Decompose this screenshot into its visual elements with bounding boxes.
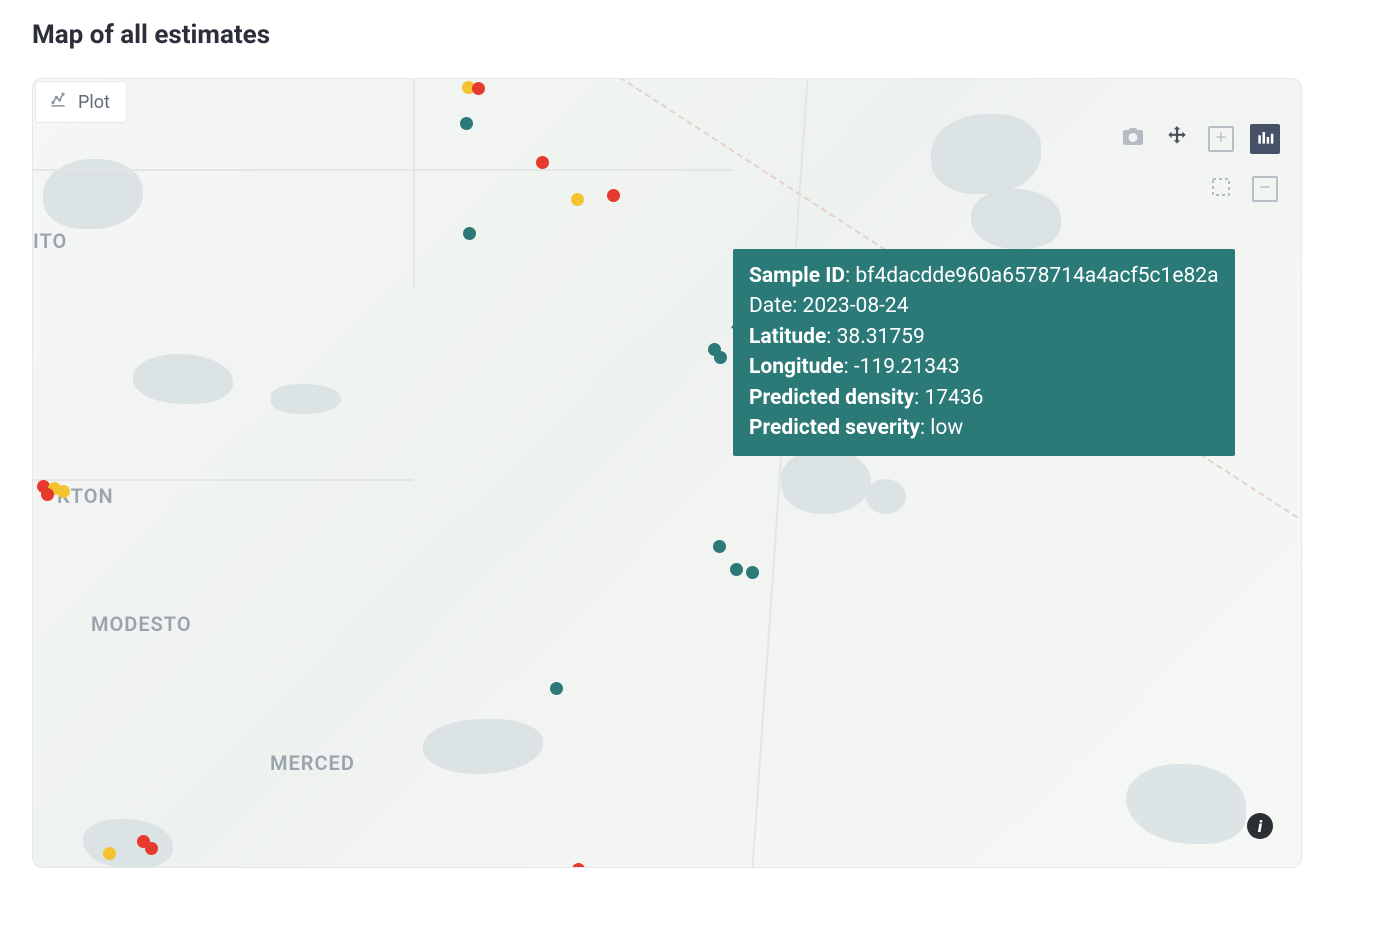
hover-tooltip: Sample ID: bf4dacdde960a6578714a4acf5c1e… (733, 249, 1235, 456)
tooltip-longitude-label: Longitude (749, 355, 844, 379)
bars-icon (1255, 127, 1275, 151)
reset-view-button[interactable] (1250, 124, 1280, 154)
dashed-box-icon (1209, 175, 1233, 203)
zoom-in-button[interactable] (1208, 126, 1234, 152)
snapshot-button[interactable] (1119, 125, 1147, 153)
water-shape (971, 189, 1061, 249)
minus-icon (1257, 179, 1273, 199)
pan-icon (1164, 124, 1190, 154)
plotly-modebar (1115, 121, 1283, 207)
road-line (33, 479, 413, 481)
plot-dropdown[interactable]: Plot (35, 81, 127, 123)
tooltip-latitude-label: Latitude (749, 325, 826, 349)
water-shape (781, 449, 871, 514)
road-line (413, 79, 415, 289)
plot-dropdown-label: Plot (78, 92, 110, 113)
pan-button[interactable] (1163, 125, 1191, 153)
plus-icon (1213, 129, 1229, 149)
map-point[interactable] (571, 193, 584, 206)
water-shape (133, 354, 233, 404)
water-shape (83, 819, 173, 868)
zoom-out-button[interactable] (1252, 176, 1278, 202)
map-card[interactable]: ITO KTON MODESTO MERCED ⟶ Sample ID: bf4… (32, 78, 1302, 868)
city-label: MERCED (270, 751, 355, 775)
city-label: ITO (33, 229, 67, 253)
water-shape (423, 719, 543, 774)
camera-icon (1121, 125, 1145, 153)
tooltip-date-label: Date (749, 294, 792, 318)
water-shape (931, 114, 1041, 194)
road-line (33, 169, 733, 171)
tooltip-density-value: 17436 (924, 386, 983, 410)
chart-icon (48, 90, 68, 115)
map-point[interactable] (572, 863, 585, 868)
map-point[interactable] (746, 566, 759, 579)
map-point[interactable] (472, 82, 485, 95)
map-point[interactable] (103, 847, 116, 860)
water-shape (271, 384, 341, 414)
map-point[interactable] (145, 842, 158, 855)
tooltip-sample-id-value: bf4dacdde960a6578714a4acf5c1e82a (855, 264, 1218, 288)
tooltip-latitude-value: 38.31759 (837, 325, 925, 349)
map-point[interactable] (57, 485, 70, 498)
water-shape (866, 479, 906, 514)
tooltip-severity-label: Predicted severity (749, 416, 920, 440)
map-info-button[interactable]: i (1247, 813, 1273, 839)
box-select-button[interactable] (1207, 175, 1235, 203)
tooltip-severity-value: low (930, 416, 963, 440)
map-background: ITO KTON MODESTO MERCED ⟶ (33, 79, 1301, 867)
tooltip-density-label: Predicted density (749, 386, 914, 410)
map-point[interactable] (713, 540, 726, 553)
map-point[interactable] (463, 227, 476, 240)
city-label: MODESTO (91, 612, 192, 636)
tooltip-date-value: 2023-08-24 (803, 294, 909, 318)
page-title: Map of all estimates (32, 20, 1358, 50)
water-shape (1126, 764, 1246, 844)
map-point[interactable] (714, 351, 727, 364)
tooltip-sample-id-label: Sample ID (749, 264, 845, 288)
tooltip-longitude-value: -119.21343 (854, 355, 960, 379)
map-point[interactable] (41, 488, 54, 501)
